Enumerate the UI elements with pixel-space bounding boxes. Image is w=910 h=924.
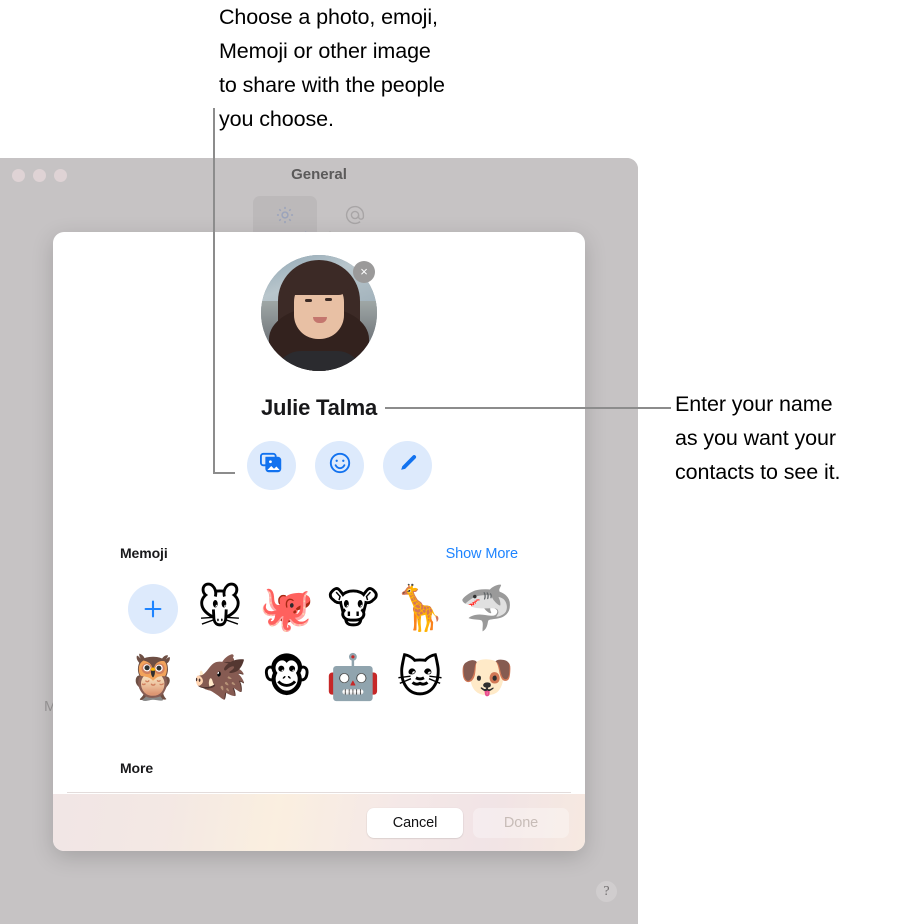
photos-icon [259, 452, 284, 479]
done-button: Done [473, 807, 569, 838]
window-title: General [291, 166, 347, 183]
remove-photo-icon[interactable]: × [353, 261, 375, 283]
show-more-link[interactable]: Show More [446, 546, 519, 562]
memoji-item-octopus[interactable]: 🐙 [253, 582, 320, 636]
footer-divider [67, 792, 571, 793]
memoji-grid: 🐭 🐙 🐮 🦒 🦈 🦉 🐗 🐵 🤖 🐱 🐶 [120, 582, 520, 705]
gear-icon [253, 202, 317, 228]
smiley-icon [328, 451, 352, 480]
memoji-section-title: Memoji [120, 545, 168, 561]
at-sign-icon [323, 202, 387, 228]
callout-choose-photo: Choose a photo, emoji, Memoji or other i… [219, 5, 445, 131]
choose-photo-button[interactable] [247, 441, 296, 490]
memoji-item-mouse[interactable]: 🐭 [187, 582, 254, 636]
help-button[interactable]: ? [596, 881, 617, 902]
callout-name-leader [385, 407, 671, 409]
edit-monogram-button[interactable] [383, 441, 432, 490]
callout-photo-leader-vertical [213, 108, 215, 473]
memoji-item-cat[interactable]: 🐱 [387, 651, 454, 705]
memoji-item-new[interactable] [120, 582, 187, 636]
memoji-item-owl[interactable]: 🦉 [120, 651, 187, 705]
memoji-item-robot[interactable]: 🤖 [320, 651, 387, 705]
callout-photo-leader-horizontal [213, 472, 235, 474]
memoji-item-giraffe[interactable]: 🦒 [387, 582, 454, 636]
avatar[interactable]: × [261, 255, 377, 371]
more-section-title: More [120, 760, 154, 776]
avatar-eye-left [305, 299, 312, 302]
memoji-item-shark[interactable]: 🦈 [453, 582, 520, 636]
profile-setup-sheet: × Julie Talma Memoji Show More 🐭 🐙 🐮 🦒 🦈… [53, 232, 585, 851]
sheet-footer: Cancel Done [53, 794, 585, 851]
avatar-shoulders [275, 351, 363, 371]
pencil-icon [396, 451, 420, 480]
avatar-action-buttons [247, 441, 432, 490]
memoji-item-cow[interactable]: 🐮 [320, 582, 387, 636]
callout-enter-name: Enter your name as you want your contact… [675, 392, 841, 484]
choose-emoji-button[interactable] [315, 441, 364, 490]
avatar-fringe [289, 271, 349, 295]
new-memoji-icon [128, 584, 179, 634]
memoji-item-boar[interactable]: 🐗 [187, 651, 254, 705]
memoji-item-dog[interactable]: 🐶 [453, 651, 520, 705]
avatar-eye-right [325, 298, 332, 301]
cancel-button[interactable]: Cancel [367, 807, 463, 838]
memoji-item-monkey[interactable]: 🐵 [253, 651, 320, 705]
memoji-section-header: Memoji Show More [53, 545, 585, 562]
more-section-header: More [53, 760, 585, 776]
